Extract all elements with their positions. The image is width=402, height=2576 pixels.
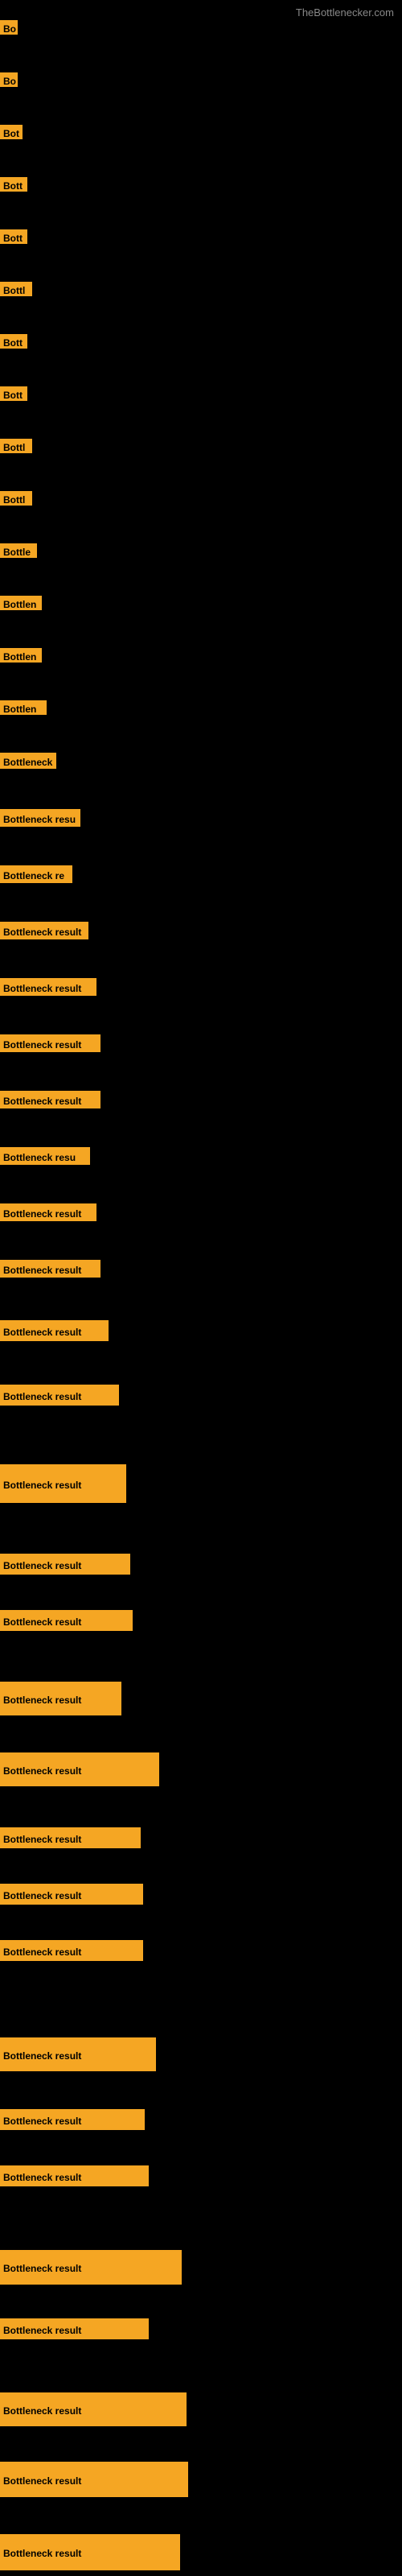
bottleneck-result-item: Bottleneck result: [0, 2250, 182, 2285]
bottleneck-result-item: Bottleneck result: [0, 1034, 100, 1052]
bottleneck-result-item: Bo: [0, 20, 18, 35]
bottleneck-result-item: Bottleneck result: [0, 978, 96, 996]
bottleneck-result-item: Bottleneck result: [0, 1464, 126, 1503]
bottleneck-result-item: Bottleneck re: [0, 865, 72, 883]
bottleneck-result-item: Bottle: [0, 543, 37, 558]
bottleneck-result-item: Bottleneck result: [0, 1884, 143, 1905]
bottleneck-result-item: Bottleneck result: [0, 1610, 133, 1631]
bottleneck-result-item: Bott: [0, 229, 27, 244]
bottleneck-result-item: Bottleneck result: [0, 1752, 159, 1786]
bottleneck-result-item: Bottleneck result: [0, 2462, 188, 2497]
bottleneck-result-item: Bottleneck result: [0, 1091, 100, 1108]
bottleneck-result-item: Bottleneck resu: [0, 809, 80, 827]
bottleneck-result-item: Bottl: [0, 491, 32, 506]
bottleneck-result-item: Bottleneck result: [0, 1385, 119, 1406]
bottleneck-result-item: Bottlen: [0, 648, 42, 663]
bottleneck-result-item: Bottlen: [0, 700, 47, 715]
bottleneck-result-item: Bott: [0, 177, 27, 192]
bottleneck-result-item: Bott: [0, 386, 27, 401]
bottleneck-result-item: Bott: [0, 334, 27, 349]
bottleneck-result-item: Bottleneck: [0, 753, 56, 769]
bottleneck-result-item: Bottleneck result: [0, 1320, 109, 1341]
bottleneck-result-item: Bottleneck result: [0, 1827, 141, 1848]
bottleneck-result-item: Bottlen: [0, 596, 42, 610]
site-title: TheBottlenecker.com: [296, 6, 394, 19]
bottleneck-result-item: Bottleneck result: [0, 2318, 149, 2339]
bottleneck-result-item: Bot: [0, 125, 23, 139]
bottleneck-result-item: Bottleneck resu: [0, 1147, 90, 1165]
bottleneck-result-item: Bottleneck result: [0, 2534, 180, 2570]
bottleneck-result-item: Bottleneck result: [0, 1554, 130, 1575]
bottleneck-result-item: Bottl: [0, 439, 32, 453]
bottleneck-result-item: Bottleneck result: [0, 1203, 96, 1221]
bottleneck-result-item: Bottleneck result: [0, 922, 88, 939]
bottleneck-result-item: Bottleneck result: [0, 2165, 149, 2186]
bottleneck-result-item: Bottleneck result: [0, 1260, 100, 1278]
bottleneck-result-item: Bottl: [0, 282, 32, 296]
bottleneck-result-item: Bottleneck result: [0, 1682, 121, 1715]
bottleneck-result-item: Bottleneck result: [0, 2037, 156, 2071]
bottleneck-result-item: Bottleneck result: [0, 1940, 143, 1961]
bottleneck-result-item: Bottleneck result: [0, 2109, 145, 2130]
bottleneck-result-item: Bottleneck result: [0, 2392, 187, 2426]
bottleneck-result-item: Bo: [0, 72, 18, 87]
